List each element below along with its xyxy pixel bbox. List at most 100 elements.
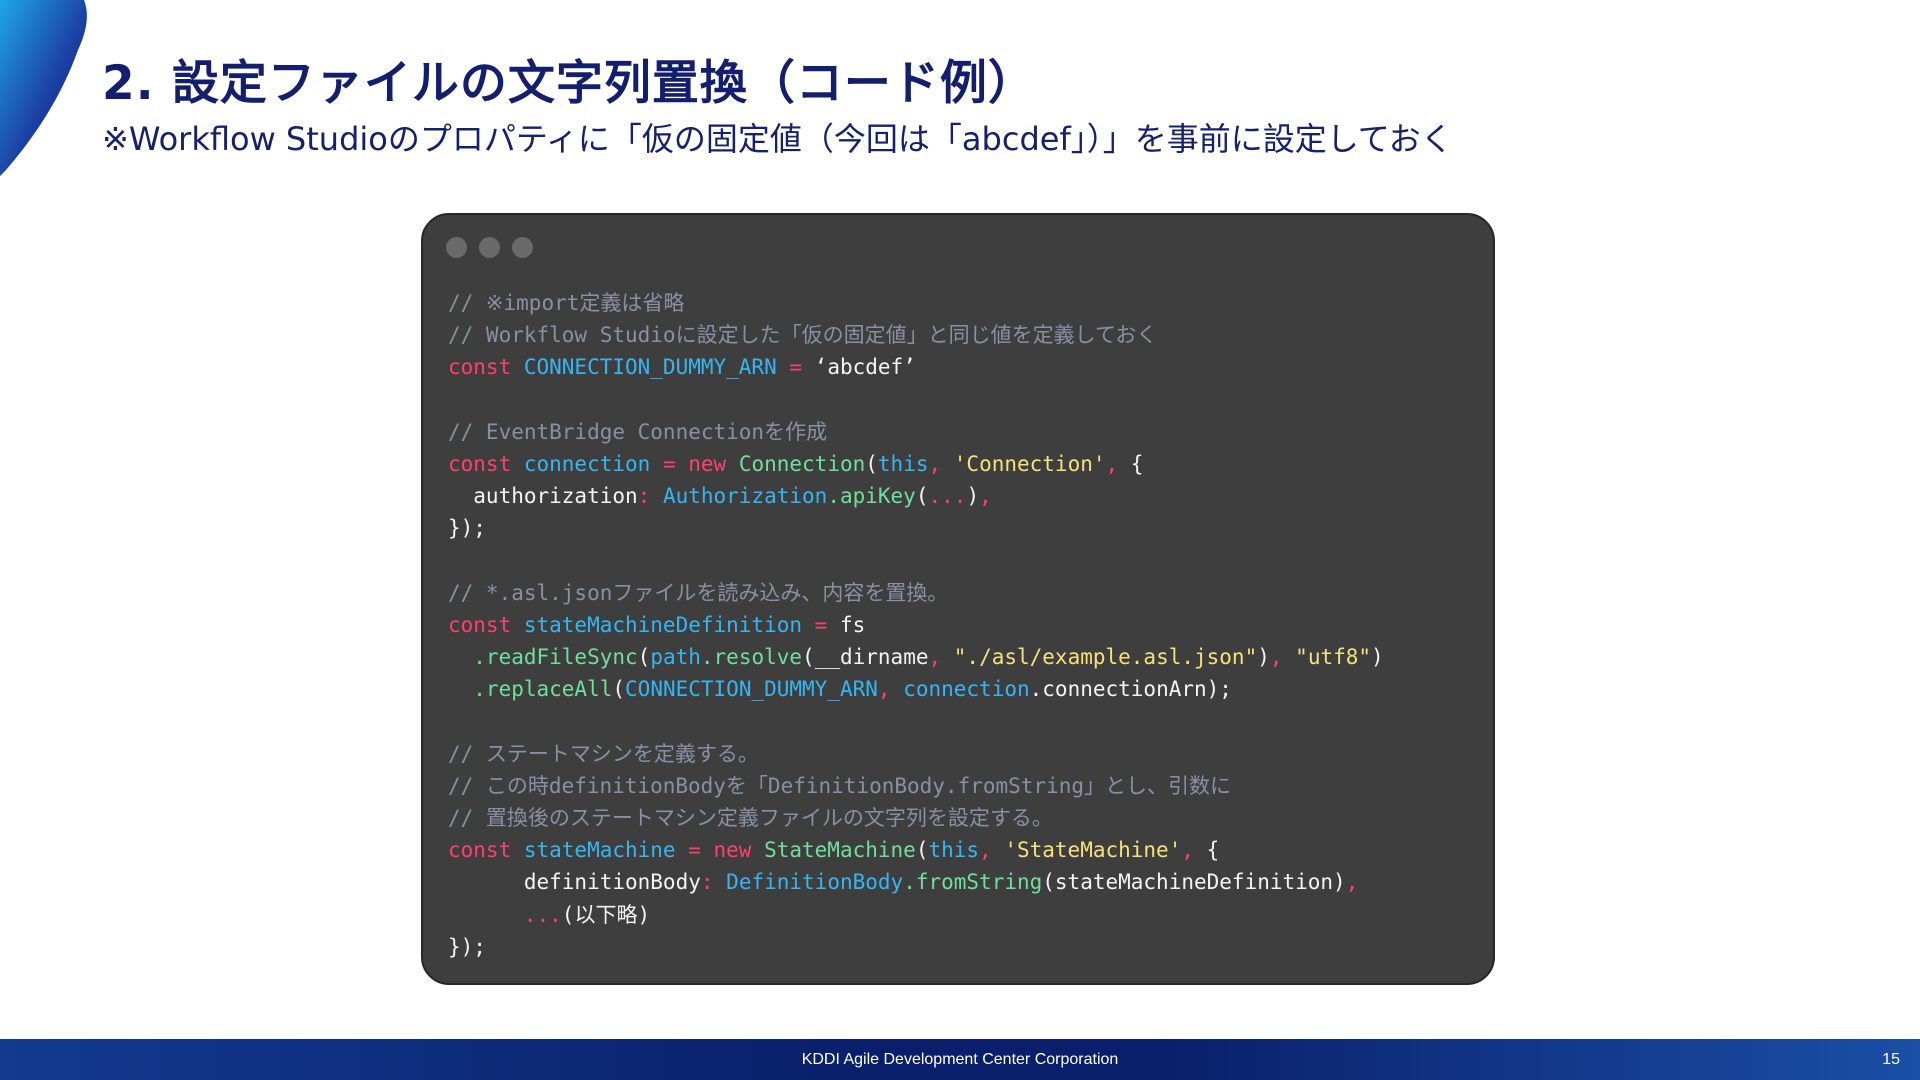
code-token: stateMachine [523,838,676,863]
code-token: const [448,355,524,380]
code-token: { [1206,838,1220,863]
code-token: ( [865,451,878,476]
code-token: // EventBridge Connectionを作成 [448,419,828,444]
page-number: 15 [1882,1051,1900,1068]
code-line: // *.asl.jsonファイルを読み込み、内容を置換。 [448,577,1478,609]
code-token: }); [448,516,486,541]
code-token: , [1269,645,1296,670]
code-token: ( [915,838,929,863]
code-token: connection [523,451,651,476]
code-token: .apiKey [827,484,916,509]
code-token: .readFileSync [448,645,638,670]
code-line: .replaceAll(CONNECTION_DUMMY_ARN, connec… [448,673,1478,705]
code-token: , [1345,870,1359,895]
code-token: ) [1371,645,1384,670]
code-token: Authorization [662,484,828,509]
code-token: , [1105,451,1131,476]
code-token: this [928,838,980,863]
code-token: .connectionArn); [1029,677,1232,702]
code-token: , [1181,838,1207,863]
code-token: (__dirname [802,645,929,670]
code-token: DefinitionBody [726,870,904,895]
code-line: // ※import定義は省略 [448,287,1478,319]
code-token: CONNECTION_DUMMY_ARN [625,677,878,702]
code-line: ...(以下略) [448,899,1478,931]
code-token: , [928,451,954,476]
code-token: // ステートマシンを定義する。 [448,741,759,766]
code-token: // 置換後のステートマシン定義ファイルの文字列を設定する。 [448,806,1053,830]
code-token: .resolve [700,645,803,670]
corner-accent-shape [0,0,87,176]
code-token: , [979,484,992,509]
code-token: { [1130,451,1144,476]
code-line: definitionBody: DefinitionBody.fromStrin… [448,866,1478,898]
code-token: ) [1257,645,1270,670]
code-token: "./asl/example.asl.json" [953,645,1258,670]
code-token: Connection [738,451,866,476]
code-token: definitionBody [448,870,701,895]
code-token: ‘abcdef’ [814,355,916,380]
window-dot-icon [479,237,500,258]
footer-bar: KDDI Agile Development Center Corporatio… [0,1039,1920,1080]
code-token: = new [650,451,739,476]
code-token: ) [966,484,980,509]
code-token: const [448,451,524,476]
code-token: : [700,870,727,895]
code-line: const stateMachine = new StateMachine(th… [448,834,1478,866]
code-line: .readFileSync(path.resolve(__dirname, ".… [448,641,1478,673]
code-token: CONNECTION_DUMMY_ARN [523,355,777,380]
slide-subtitle: ※Workflow Studioのプロパティに「仮の固定値（今回は「abcdef… [102,120,1453,158]
code-token: const [448,838,524,863]
code-token: (stateMachineDefinition) [1042,870,1346,895]
code-token: , [877,677,904,702]
code-token: : [637,484,663,509]
code-token: stateMachineDefinition [523,612,803,637]
code-token: , [928,645,954,670]
code-token: }); [448,934,486,959]
code-token: "utf8" [1295,645,1372,670]
code-line: // EventBridge Connectionを作成 [448,416,1478,448]
code-token: .fromString [903,870,1043,895]
code-token: (以下略) [561,902,651,927]
code-token: = [802,612,840,637]
code-line: // Workflow Studioに設定した「仮の固定値」と同じ値を定義してお… [448,319,1478,351]
code-token: ( [915,484,929,509]
code-line: }); [448,512,1478,544]
code-token: = [776,355,815,380]
code-line: const connection = new Connection(this, … [448,448,1478,480]
code-token: ... [928,484,967,509]
code-line: }); [448,931,1478,963]
code-token: const [448,612,524,637]
code-line: // この時definitionBodyを「DefinitionBody.fro… [448,770,1478,802]
code-token: fs [839,612,866,637]
code-token: path [650,645,701,670]
code-token: StateMachine [764,838,916,863]
code-token: ... [448,902,562,927]
code-token: , [979,838,1005,863]
code-line: // 置換後のステートマシン定義ファイルの文字列を設定する。 [448,802,1478,834]
code-line: authorization: Authorization.apiKey(...)… [448,480,1478,512]
window-controls [446,237,533,258]
code-token: // Workflow Studioに設定した「仮の固定値」と同じ値を定義してお… [448,323,1158,348]
code-line: const CONNECTION_DUMMY_ARN = ‘abcdef’ [448,351,1478,383]
code-line: const stateMachineDefinition = fs [448,609,1478,641]
code-block: // ※import定義は省略 // Workflow Studioに設定した「仮… [448,287,1478,963]
code-token: ( [637,645,651,670]
window-dot-icon [512,237,533,258]
code-token: .replaceAll [448,677,613,702]
window-dot-icon [446,237,467,258]
code-token: // この時definitionBodyを「DefinitionBody.fro… [448,773,1232,798]
footer-company: KDDI Agile Development Center Corporatio… [801,1051,1119,1068]
code-token: // ※import定義は省略 [448,291,685,315]
code-token: 'Connection' [953,451,1106,476]
code-token: authorization [448,484,638,509]
code-token: = new [675,838,765,863]
code-token: 'StateMachine' [1004,838,1182,863]
code-token: ( [612,677,626,702]
slide-title: 2. 設定ファイルの文字列置換（コード例） [102,56,1036,111]
code-token: connection [903,677,1030,702]
code-token: this [877,451,929,476]
